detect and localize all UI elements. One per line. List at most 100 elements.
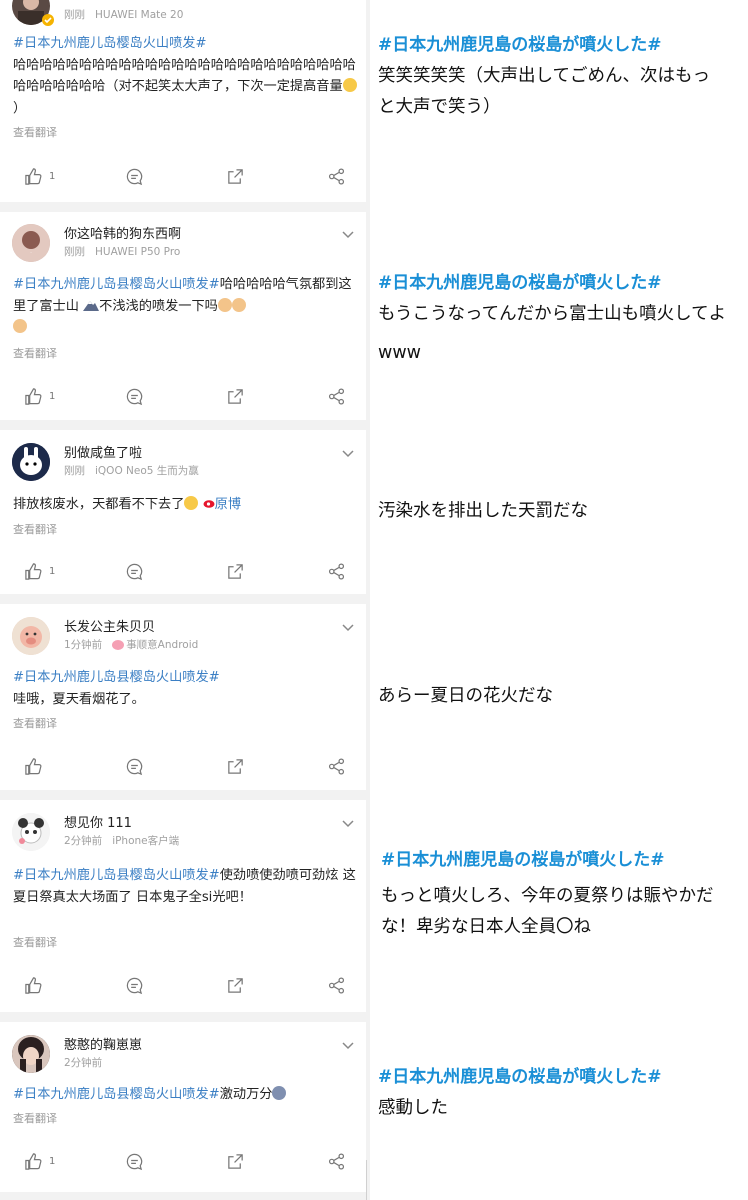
thumbs-up-icon	[25, 1152, 42, 1170]
comment-icon	[126, 758, 143, 775]
column-divider	[366, 1160, 367, 1200]
share-button[interactable]	[327, 382, 346, 410]
post-text: #日本九州鹿儿岛樱岛火山喷发# 哈哈哈哈哈哈哈哈哈哈哈哈哈哈哈哈哈哈哈哈哈哈哈哈…	[13, 36, 357, 116]
thumbs-up-icon	[25, 387, 42, 405]
share-out-icon	[228, 758, 243, 774]
comment-button[interactable]	[125, 382, 144, 410]
share-button[interactable]	[327, 557, 346, 585]
avatar[interactable]	[12, 617, 50, 655]
post-1: 刚刚 HUAWEI Mate 20 #日本九州鹿儿岛樱岛火山喷发# 哈哈哈哈哈哈哈…	[0, 0, 366, 202]
avatar[interactable]: ·	[12, 224, 50, 262]
hashtag-link[interactable]: #日本九州鹿儿岛县樱岛火山喷发#	[13, 277, 220, 292]
like-button[interactable]: 1	[24, 162, 55, 190]
post-header: 刚刚 HUAWEI Mate 20	[12, 0, 358, 26]
post-5: 想见你 111 2分钟前 iPhone客户端 #日本九州鹿儿岛县樱岛火山喷发#使劲…	[0, 800, 366, 1012]
translation-line: な！卑劣な日本人全員〇ね	[381, 917, 591, 937]
view-translation-link[interactable]: 查看翻译	[13, 521, 57, 537]
cat-emoji-icon	[217, 297, 232, 312]
thumbs-up-icon	[25, 757, 42, 775]
repost-button[interactable]	[226, 971, 245, 999]
avatar[interactable]	[12, 813, 50, 851]
hashtag-link[interactable]: #日本九州鹿儿岛樱岛火山喷发#	[13, 36, 207, 51]
repost-button[interactable]	[226, 557, 245, 585]
username[interactable]: 你这哈韩的狗东西啊	[64, 223, 181, 242]
comment-button[interactable]	[125, 971, 144, 999]
like-button[interactable]	[24, 752, 49, 780]
avatar[interactable]	[12, 1035, 50, 1073]
translation-4: あらー夏日の花火だな	[378, 681, 743, 712]
share-nodes-icon	[328, 562, 345, 580]
repost-button[interactable]	[226, 382, 245, 410]
share-nodes-icon	[328, 757, 345, 775]
share-out-icon	[228, 388, 243, 404]
chevron-down-icon[interactable]	[340, 1037, 356, 1053]
share-out-icon	[228, 1153, 243, 1169]
translation-line: もっと噴火しろ、今年の夏祭りは賑やかだ	[381, 886, 714, 906]
username[interactable]: 长发公主朱贝贝	[64, 616, 155, 635]
comment-icon	[126, 1153, 143, 1170]
share-button[interactable]	[327, 162, 346, 190]
translation-line: もうこうなってんだから富士山も噴火してよ	[378, 304, 727, 324]
repost-button[interactable]	[226, 162, 245, 190]
view-translation-link[interactable]: 查看翻译	[13, 345, 57, 361]
chevron-down-icon[interactable]	[340, 226, 356, 242]
view-translation-link[interactable]: 查看翻译	[13, 934, 57, 950]
repost-button[interactable]	[226, 1147, 245, 1175]
mountain-emoji-icon	[83, 300, 100, 311]
translation-line: あらー夏日の花火だな	[378, 686, 553, 706]
chevron-down-icon[interactable]	[340, 445, 356, 461]
avatar[interactable]	[12, 443, 50, 481]
like-button[interactable]: 1	[24, 382, 55, 410]
post-6: 憨憨的鞠崽崽 2分钟前 #日本九州鹿儿岛县樱岛火山喷发#激动万分 查看翻译 1	[0, 1022, 366, 1192]
comment-icon	[126, 168, 143, 185]
comment-icon	[126, 563, 143, 580]
view-translation-link[interactable]: 查看翻译	[13, 1110, 57, 1126]
share-nodes-icon	[328, 167, 345, 185]
repost-button[interactable]	[226, 752, 245, 780]
original-post-link[interactable]: 原博	[215, 497, 241, 512]
username[interactable]: 想见你 111	[64, 812, 132, 831]
hashtag-link[interactable]: #日本九州鹿儿岛县樱岛火山喷发#	[13, 868, 220, 883]
like-button[interactable]: 1	[24, 557, 55, 585]
share-out-icon	[228, 168, 243, 184]
view-translation-link[interactable]: 查看翻译	[13, 124, 57, 140]
cat-emoji-icon	[231, 297, 246, 312]
action-bar	[0, 971, 366, 999]
verified-badge-icon	[42, 14, 54, 26]
share-nodes-icon	[328, 1152, 345, 1170]
action-bar: 1	[0, 557, 366, 585]
excited-emoji-icon	[272, 1086, 287, 1100]
username[interactable]: 憨憨的鞠崽崽	[64, 1034, 142, 1053]
comment-button[interactable]	[125, 1147, 144, 1175]
weibo-link-icon	[203, 500, 215, 508]
comment-button[interactable]	[125, 557, 144, 585]
comment-icon	[126, 977, 143, 994]
translation-line: と大声で笑う）	[378, 97, 501, 117]
chevron-down-icon[interactable]	[340, 815, 356, 831]
share-out-icon	[228, 563, 243, 579]
share-button[interactable]	[327, 752, 346, 780]
action-bar	[0, 752, 366, 780]
username[interactable]: 别做咸鱼了啦	[64, 442, 142, 461]
hashtag-link[interactable]: #日本九州鹿儿岛县樱岛火山喷发#	[13, 1087, 220, 1102]
share-button[interactable]	[327, 971, 346, 999]
share-nodes-icon	[328, 976, 345, 994]
action-bar: 1	[0, 1147, 366, 1175]
like-button[interactable]: 1	[24, 1147, 55, 1175]
post-meta: 2分钟前 iPhone客户端	[64, 835, 180, 847]
chevron-down-icon[interactable]	[340, 619, 356, 635]
thumbs-up-icon	[25, 562, 42, 580]
post-header: 想见你 111 2分钟前 iPhone客户端	[12, 806, 358, 852]
like-button[interactable]	[24, 971, 49, 999]
translation-line: 笑笑笑笑笑（大声出してごめん、次はもっ	[378, 66, 710, 86]
share-button[interactable]	[327, 1147, 346, 1175]
post-2: · 你这哈韩的狗东西啊 刚刚 HUAWEI P50 Pro #日本九州鹿儿岛县樱岛…	[0, 212, 366, 420]
comment-button[interactable]	[125, 162, 144, 190]
hashtag-link[interactable]: #日本九州鹿儿岛县樱岛火山喷发#	[13, 670, 220, 685]
translation-6: #日本九州鹿児島の桜島が噴火した# 感動した	[378, 1062, 743, 1124]
comment-button[interactable]	[125, 752, 144, 780]
translation-line: www	[378, 343, 421, 363]
post-header: 长发公主朱贝贝 1分钟前 事顺意Android	[12, 610, 358, 656]
view-translation-link[interactable]: 查看翻译	[13, 715, 57, 731]
share-out-icon	[228, 977, 243, 993]
